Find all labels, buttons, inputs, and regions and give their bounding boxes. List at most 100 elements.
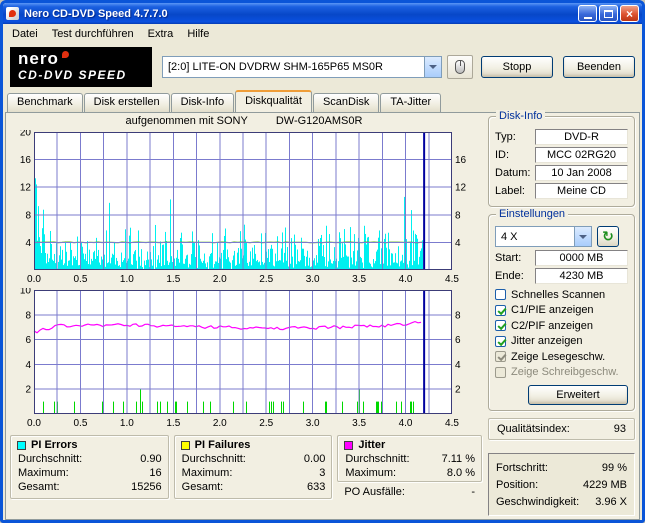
window-controls: × <box>576 5 639 22</box>
svg-text:2: 2 <box>25 385 31 396</box>
disk-info-group: Disk-Info Typ:DVD-R ID:MCC 02RG20 Datum:… <box>488 116 635 207</box>
svg-text:2.0: 2.0 <box>213 274 227 285</box>
cdvd-speed-logo-text: CD-DVD SPEED <box>18 68 144 83</box>
chevron-down-icon[interactable] <box>574 227 591 246</box>
jitter-stats: Jitter Durchschnitt:7.11 % Maximum:8.0 % <box>337 435 482 482</box>
checkbox-icon <box>495 289 506 300</box>
checkbox-zeige-lesegeschw[interactable]: Zeige Lesegeschw. <box>495 349 628 365</box>
disk-date-value: 10 Jan 2008 <box>535 165 628 181</box>
svg-text:2.0: 2.0 <box>213 418 227 429</box>
quality-index-label: Qualitätsindex: <box>497 423 570 435</box>
jitter-pif-chart: 10864286420.00.51.01.52.02.53.03.54.04.5 <box>8 288 480 432</box>
checkbox-c1-pie-anzeigen[interactable]: C1/PIE anzeigen <box>495 303 628 319</box>
pi-failures-average: 0.00 <box>304 453 325 465</box>
svg-text:1.0: 1.0 <box>120 418 134 429</box>
maximize-button[interactable] <box>599 5 618 22</box>
disk-type-value: DVD-R <box>535 129 628 145</box>
minimize-icon <box>584 17 592 19</box>
recorded-with-text: aufgenommen mit SONY <box>126 115 248 127</box>
checkbox-jitter-anzeigen[interactable]: Jitter anzeigen <box>495 334 628 350</box>
svg-text:10: 10 <box>20 288 32 297</box>
svg-text:2.5: 2.5 <box>259 418 273 429</box>
svg-text:3.0: 3.0 <box>306 274 320 285</box>
chevron-down-icon[interactable] <box>424 57 441 77</box>
pi-errors-average: 0.90 <box>140 453 161 465</box>
svg-text:2: 2 <box>455 385 461 396</box>
tab-diskqualitaet[interactable]: Diskqualität <box>235 90 312 112</box>
refresh-icon: ↻ <box>602 230 614 244</box>
settings-title: Einstellungen <box>496 208 568 220</box>
end-value: 4230 MB <box>535 268 628 284</box>
pi-failures-maximum: 3 <box>319 467 325 479</box>
tab-disk-erstellen[interactable]: Disk erstellen <box>84 93 170 112</box>
side-panel: Disk-Info Typ:DVD-R ID:MCC 02RG20 Datum:… <box>486 115 637 517</box>
drive-select[interactable]: [2:0] LITE-ON DVDRW SHM-165P65 MS0R <box>162 56 442 78</box>
svg-text:12: 12 <box>20 183 32 194</box>
tab-scandisk[interactable]: ScanDisk <box>313 93 379 112</box>
checkbox-icon <box>495 351 506 362</box>
app-window: Nero CD-DVD Speed 4.7.7.0 × Datei Test d… <box>0 0 645 523</box>
menu-test-durchfuehren[interactable]: Test durchführen <box>45 25 141 43</box>
svg-text:4: 4 <box>25 238 31 249</box>
nero-flame-icon <box>62 51 69 58</box>
disk-id-value: MCC 02RG20 <box>535 147 628 163</box>
checkbox-icon <box>495 320 506 331</box>
checkbox-c2-pif-anzeigen[interactable]: C2/PIF anzeigen <box>495 318 628 334</box>
tab-disk-info[interactable]: Disk-Info <box>171 93 234 112</box>
chart-annotation: aufgenommen mit SONYDW-G120AMS0R <box>8 115 480 130</box>
disk-label-value: Meine CD <box>535 183 628 199</box>
close-button[interactable]: × <box>620 5 639 22</box>
quit-button[interactable]: Beenden <box>563 56 635 78</box>
svg-text:4.5: 4.5 <box>445 274 459 285</box>
svg-text:16: 16 <box>455 155 467 166</box>
svg-text:6: 6 <box>455 335 461 346</box>
nero-logo-text: nero <box>18 49 59 68</box>
minimize-button[interactable] <box>578 5 597 22</box>
svg-text:6: 6 <box>25 335 31 346</box>
svg-text:3.0: 3.0 <box>306 418 320 429</box>
svg-text:2.5: 2.5 <box>259 274 273 285</box>
jitter-maximum: 8.0 % <box>447 467 475 479</box>
pi-errors-maximum: 16 <box>149 467 161 479</box>
mouse-icon-button[interactable] <box>447 55 473 79</box>
refresh-button[interactable]: ↻ <box>597 226 619 247</box>
checkbox-icon <box>495 336 506 347</box>
svg-text:3.5: 3.5 <box>352 274 366 285</box>
menu-hilfe[interactable]: Hilfe <box>180 25 216 43</box>
svg-text:0.0: 0.0 <box>27 418 41 429</box>
progress-value: 99 % <box>602 462 627 474</box>
svg-text:20: 20 <box>20 130 32 139</box>
svg-text:4: 4 <box>455 360 461 371</box>
tab-ta-jitter[interactable]: TA-Jitter <box>380 93 441 112</box>
advanced-button[interactable]: Erweitert <box>528 385 628 405</box>
pi-errors-stats: PI Errors Durchschnitt:0.90 Maximum:16 G… <box>10 435 169 499</box>
statistics: PI Errors Durchschnitt:0.90 Maximum:16 G… <box>8 435 484 499</box>
checkbox-zeige-schreibgeschw[interactable]: Zeige Schreibgeschw. <box>495 365 628 381</box>
svg-text:12: 12 <box>455 183 467 194</box>
svg-text:0.0: 0.0 <box>27 274 41 285</box>
stop-button[interactable]: Stopp <box>481 56 553 78</box>
toolbar: nero CD-DVD SPEED [2:0] LITE-ON DVDRW SH… <box>3 44 642 90</box>
menu-datei[interactable]: Datei <box>5 25 45 43</box>
chart-area: aufgenommen mit SONYDW-G120AMS0R 20 16 12 8… <box>8 115 484 517</box>
pi-errors-swatch <box>17 441 26 450</box>
menu-extra[interactable]: Extra <box>141 25 181 43</box>
svg-text:1.0: 1.0 <box>120 274 134 285</box>
pi-failures-title: PI Failures <box>195 439 251 451</box>
start-value: 0000 MB <box>535 250 628 266</box>
titlebar[interactable]: Nero CD-DVD Speed 4.7.7.0 × <box>3 3 642 24</box>
pi-errors-total: 15256 <box>131 481 162 493</box>
disk-info-title: Disk-Info <box>496 110 545 122</box>
tab-benchmark[interactable]: Benchmark <box>7 93 83 112</box>
pi-failures-swatch <box>181 441 190 450</box>
svg-text:4: 4 <box>455 238 461 249</box>
jitter-stats-column: Jitter Durchschnitt:7.11 % Maximum:8.0 %… <box>337 435 482 499</box>
menubar: Datei Test durchführen Extra Hilfe <box>3 24 642 44</box>
pi-failures-total: 633 <box>307 481 325 493</box>
svg-text:8: 8 <box>455 210 461 221</box>
speed-select[interactable]: 4 X <box>495 226 592 247</box>
quality-index: Qualitätsindex: 93 <box>488 418 635 440</box>
checkbox-schnelles-scannen[interactable]: Schnelles Scannen <box>495 287 628 303</box>
svg-text:4.0: 4.0 <box>399 274 413 285</box>
svg-text:8: 8 <box>455 310 461 321</box>
